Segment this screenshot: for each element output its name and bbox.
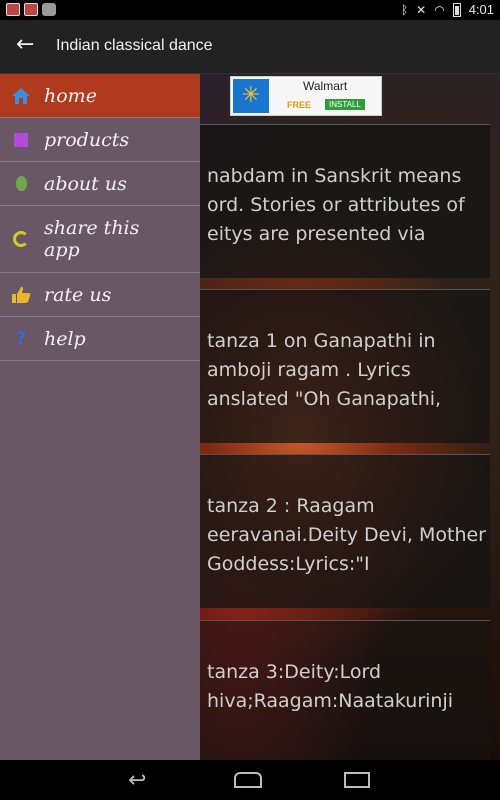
system-navigation-bar: ↩ xyxy=(0,760,500,800)
notification-icons xyxy=(6,3,56,16)
mute-icon: ✕ xyxy=(416,2,427,17)
ad-free-label: FREE xyxy=(287,100,312,110)
drawer-item-label: about us xyxy=(44,172,127,195)
system-icons: ᛒ ✕ ◠ 4:01 xyxy=(401,2,494,17)
card-text: nabdam in Sanskrit means ord. Stories or… xyxy=(207,165,465,245)
ad-brand: Walmart xyxy=(303,79,348,93)
wifi-icon: ◠ xyxy=(434,2,445,17)
page-title: Indian classical dance xyxy=(56,37,213,54)
drawer-item-about-us[interactable]: about us xyxy=(0,162,200,206)
drawer-item-label: help xyxy=(44,327,86,350)
thumbs-up-icon xyxy=(11,285,31,305)
bluetooth-icon: ᛒ xyxy=(400,2,409,17)
card-text: tanza 1 on Ganapathi in amboji ragam . L… xyxy=(207,330,442,410)
drawer-item-rate-us[interactable]: rate us xyxy=(0,273,200,317)
drawer-item-products[interactable]: products xyxy=(0,118,200,162)
drawer-item-share-this-app[interactable]: share this app xyxy=(0,206,200,273)
card-text: tanza 2 : Raagam eeravanai.Deity Devi, M… xyxy=(207,495,486,575)
drawer-item-label: share this app xyxy=(44,217,140,261)
share-icon xyxy=(11,229,31,249)
home-icon xyxy=(11,86,31,106)
navigation-drawer: home products about us share this app ra… xyxy=(0,74,200,760)
notification-icon xyxy=(6,3,20,16)
notification-icon xyxy=(24,3,38,16)
card-text: tanza 3:Deity:Lord hiva;Raagam:Naatakuri… xyxy=(207,661,454,712)
help-icon: ? xyxy=(15,327,27,349)
walmart-logo-icon: ✳ xyxy=(233,79,269,113)
drawer-item-label: products xyxy=(44,128,130,151)
status-bar: ᛒ ✕ ◠ 4:01 xyxy=(0,0,500,20)
drawer-item-help[interactable]: ? help xyxy=(0,317,200,361)
android-icon xyxy=(42,3,56,16)
back-icon[interactable]: ↩ xyxy=(128,768,146,793)
recent-apps-icon[interactable] xyxy=(344,772,370,788)
ad-banner[interactable]: ✳ Walmart FREE INSTALL xyxy=(230,76,382,116)
clock: 4:01 xyxy=(468,2,494,17)
ad-install-button[interactable]: INSTALL xyxy=(325,99,365,110)
battery-icon xyxy=(452,2,461,17)
arrow-left-icon[interactable]: ← xyxy=(16,33,34,57)
square-icon xyxy=(11,130,31,150)
action-bar: ← Indian classical dance xyxy=(0,20,500,74)
drawer-item-label: rate us xyxy=(44,283,112,306)
home-button-icon[interactable] xyxy=(234,772,262,788)
drawer-item-home[interactable]: home xyxy=(0,74,200,118)
drawer-item-label: home xyxy=(44,84,97,107)
pear-icon xyxy=(11,174,31,194)
